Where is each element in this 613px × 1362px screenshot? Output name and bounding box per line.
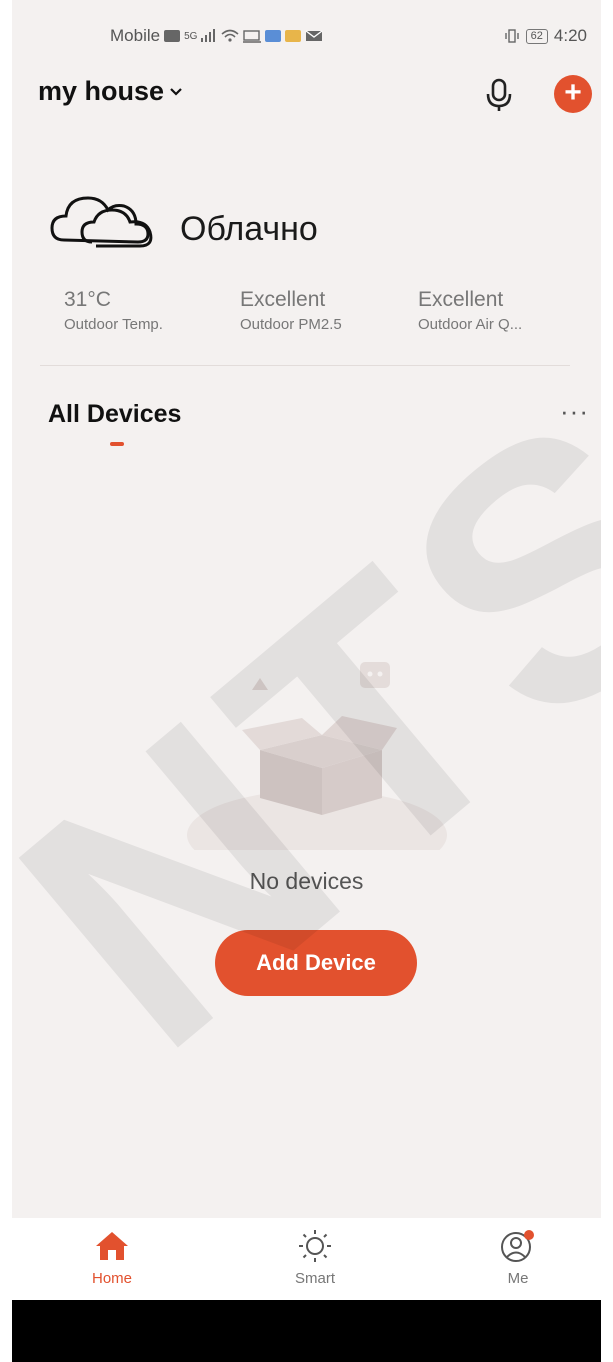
plus-circle-icon: + [564,76,582,109]
status-bar: Mobile 5G 62 4:20 [12,0,601,70]
app-screen: Mobile 5G 62 4:20 my house + Облачно 31°… [12,0,601,1300]
stat-value: 31°C [64,288,111,311]
microphone-icon[interactable] [484,78,514,112]
tab-all-devices[interactable]: All Devices [48,400,181,429]
stat-value: Excellent [240,288,326,311]
chevron-down-icon [170,87,182,96]
more-options-button[interactable]: ··· [560,396,589,427]
stat-value: Excellent [418,288,504,311]
clock-label: 4:20 [553,26,587,45]
cloud-icon [50,196,153,248]
signal-icon [201,29,216,42]
home-name-label: my house [38,76,165,106]
tab-smart[interactable]: Smart [255,1228,375,1287]
carrier-label: Mobile [110,26,161,45]
divider [40,365,570,366]
add-device-button[interactable]: Add Device [215,930,417,996]
tab-active-indicator [110,442,124,446]
add-device-shortcut-button[interactable]: + [554,75,592,113]
sun-icon [299,1230,331,1262]
tab-label: Smart [294,1270,335,1287]
weather-stat-air-quality: Excellent Outdoor Air Q... [418,288,522,333]
screen-cast-icon [243,30,262,43]
wifi-icon [221,29,239,42]
mail-app-icon [285,30,302,42]
tab-home[interactable]: Home [52,1228,172,1287]
stat-label: Outdoor PM2.5 [240,316,342,333]
weather-stat-temp: 31°C Outdoor Temp. [64,288,163,333]
home-selector[interactable]: my house [38,76,182,107]
empty-box-illustration [187,662,447,850]
home-icon [96,1232,128,1260]
navigation-bar-area [12,1300,601,1362]
weather-stat-pm25: Excellent Outdoor PM2.5 [240,288,342,333]
tab-label: Home [91,1270,132,1287]
vibrate-icon [504,29,519,43]
bottom-tab-bar: Home Smart Me [12,1218,601,1300]
status-left: Mobile 5G [110,26,323,46]
empty-state-text: No devices [249,868,364,894]
envelope-icon [306,30,323,41]
network-label: 5G [184,30,198,42]
stat-label: Outdoor Temp. [64,316,163,333]
user-icon [501,1230,534,1262]
stat-label: Outdoor Air Q... [418,316,523,333]
status-right: 62 4:20 [504,26,587,46]
weather-condition: Облачно [180,210,318,248]
battery-indicator: 62 [525,28,548,44]
app-notification-icon [265,30,282,42]
tab-label: Me [507,1270,529,1287]
hd-icon [164,30,181,42]
tab-me[interactable]: Me [458,1228,578,1287]
